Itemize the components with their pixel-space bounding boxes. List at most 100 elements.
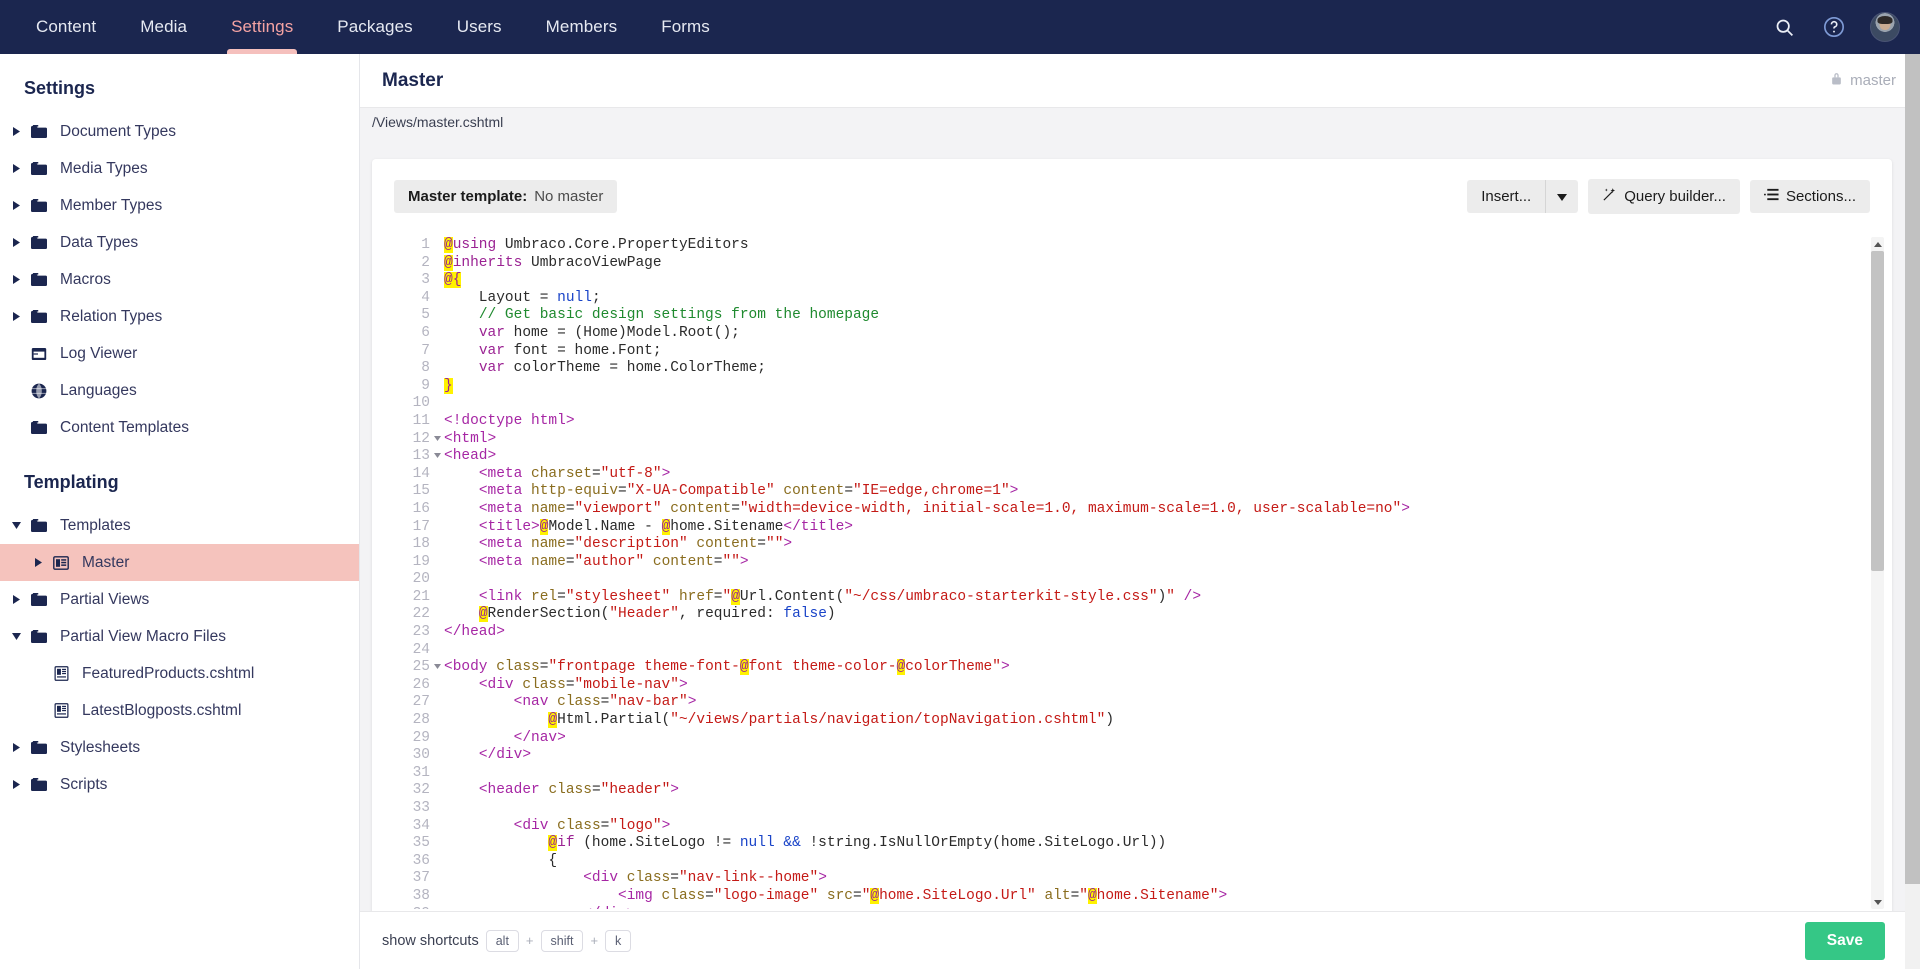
code-line[interactable]: 36 { [394,853,1870,871]
fold-toggle-icon[interactable] [430,659,444,677]
page-scrollbar-thumb[interactable] [1905,54,1920,884]
code-line[interactable]: 24 [394,642,1870,660]
nav-tab-settings[interactable]: Settings [209,0,315,54]
code-line-text: <head> [444,448,497,465]
code-line[interactable]: 11 <!doctype html> [394,413,1870,431]
code-line[interactable]: 16 <meta name="viewport" content="width=… [394,501,1870,519]
code-line[interactable]: 19 <meta name="author" content=""> [394,554,1870,572]
sidebar-item-languages[interactable]: Languages [0,372,359,409]
sidebar-item-partial-views[interactable]: Partial Views [0,581,359,618]
code-line[interactable]: 21 <link rel="stylesheet" href="@Url.Con… [394,588,1870,607]
insert-button[interactable]: Insert... [1467,179,1546,213]
chevron-right-icon[interactable] [6,595,26,604]
code-line[interactable]: 30 </div> [394,747,1870,765]
code-editor[interactable]: 1 @using Umbraco.Core.PropertyEditors 2 @in… [394,237,1870,909]
sidebar-item-templates[interactable]: Templates [0,507,359,544]
sidebar-item-macros[interactable]: Macros [0,261,359,298]
chevron-right-icon[interactable] [6,312,26,321]
sidebar-item-master[interactable]: Master [0,544,359,581]
key-k[interactable]: k [605,929,632,952]
scroll-up-arrow[interactable] [1871,237,1884,251]
code-line[interactable]: 27 <nav class="nav-bar"> [394,694,1870,712]
sidebar-item-data-types[interactable]: Data Types [0,224,359,261]
fold-toggle-icon[interactable] [430,448,444,466]
code-line[interactable]: 8 var colorTheme = home.ColorTheme; [394,360,1870,378]
chevron-right-icon[interactable] [6,780,26,789]
code-line[interactable]: 13 <head> [394,448,1870,466]
chevron-right-icon[interactable] [6,164,26,173]
sidebar-item-document-types[interactable]: Document Types [0,113,359,150]
code-line[interactable]: 18 <meta name="description" content=""> [394,536,1870,554]
editor-scrollbar[interactable] [1871,237,1884,909]
code-line[interactable]: 9} [394,377,1870,396]
key-alt[interactable]: alt [485,929,519,952]
sidebar-item-featuredproducts-cshtml[interactable]: FeaturedProducts.cshtml [0,655,359,692]
chevron-down-icon[interactable] [6,522,26,529]
code-line[interactable]: 20 [394,571,1870,589]
nav-tab-content[interactable]: Content [14,0,118,54]
code-line[interactable]: 12 <html> [394,431,1870,449]
query-builder-button[interactable]: Query builder... [1588,178,1740,214]
sidebar-item-member-types[interactable]: Member Types [0,187,359,224]
master-template-picker[interactable]: Master template: No master [394,179,618,213]
sidebar-item-content-templates[interactable]: Content Templates [0,409,359,446]
nav-tab-packages[interactable]: Packages [315,0,434,54]
chevron-right-icon[interactable] [28,558,48,567]
code-line[interactable]: 14 <meta charset="utf-8"> [394,466,1870,484]
code-line[interactable]: 3 @{ [394,272,1870,290]
code-line[interactable]: 37 <div class="nav-link--home"> [394,870,1870,888]
nav-tab-media[interactable]: Media [118,0,209,54]
search-icon[interactable] [1770,13,1798,41]
sidebar-item-relation-types[interactable]: Relation Types [0,298,359,335]
sections-button[interactable]: Sections... [1749,179,1870,213]
chevron-right-icon[interactable] [6,201,26,210]
avatar[interactable] [1870,12,1900,42]
chevron-down-icon[interactable] [6,633,26,640]
code-line[interactable]: 4 Layout = null; [394,290,1870,308]
nav-tab-forms[interactable]: Forms [639,0,732,54]
code-line[interactable]: 17 <title>@Model.Name - @home.Sitename</… [394,518,1870,537]
code-line[interactable]: 6 var home = (Home)Model.Root(); [394,325,1870,343]
insert-dropdown-button[interactable] [1545,179,1579,213]
line-number: 21 [412,588,430,605]
fold-toggle-icon[interactable] [430,431,444,449]
key-shift[interactable]: shift [540,929,584,952]
code-line[interactable]: 29 </nav> [394,730,1870,748]
help-icon[interactable] [1820,13,1848,41]
save-button[interactable]: Save [1804,921,1885,960]
code-line[interactable]: 15 <meta http-equiv="X-UA-Compatible" co… [394,483,1870,501]
chevron-right-icon[interactable] [6,238,26,247]
sidebar-item-stylesheets[interactable]: Stylesheets [0,729,359,766]
chevron-right-icon[interactable] [6,743,26,752]
code-line[interactable]: 32 <header class="header"> [394,782,1870,800]
chevron-right-icon[interactable] [6,127,26,136]
nav-tab-users[interactable]: Users [435,0,524,54]
show-shortcuts[interactable]: show shortcuts alt + shift + k [382,929,632,952]
sidebar-item-media-types[interactable]: Media Types [0,150,359,187]
code-line[interactable]: 38 <img class="logo-image" src="@home.Si… [394,887,1870,906]
page-scrollbar[interactable] [1905,54,1920,969]
code-line[interactable]: 28 @Html.Partial("~/views/partials/navig… [394,712,1870,730]
code-line[interactable]: 35 @if (home.SiteLogo != null && !string… [394,835,1870,853]
code-line[interactable]: 22 @RenderSection("Header", required: fa… [394,606,1870,624]
editor-scrollbar-thumb[interactable] [1871,251,1884,571]
scroll-down-arrow[interactable] [1871,895,1884,909]
code-line[interactable]: 7 var font = home.Font; [394,343,1870,361]
code-line[interactable]: 2 @inherits UmbracoViewPage [394,254,1870,273]
code-line[interactable]: 33 [394,800,1870,818]
code-line[interactable]: 25 <body class="frontpage theme-font-@fon… [394,659,1870,677]
code-line[interactable]: 26 <div class="mobile-nav"> [394,677,1870,695]
code-line[interactable]: 5 // Get basic design settings from the … [394,307,1870,325]
sidebar-item-latestblogposts-cshtml[interactable]: LatestBlogposts.cshtml [0,692,359,729]
code-line[interactable]: 39 </div> [394,906,1870,909]
code-line[interactable]: 34 <div class="logo"> [394,818,1870,836]
chevron-right-icon[interactable] [6,275,26,284]
code-line[interactable]: 1 @using Umbraco.Core.PropertyEditors [394,237,1870,255]
code-line[interactable]: 31 [394,765,1870,783]
code-line[interactable]: 23 </head> [394,624,1870,642]
code-line[interactable]: 10 [394,395,1870,413]
sidebar-item-scripts[interactable]: Scripts [0,766,359,803]
nav-tab-members[interactable]: Members [524,0,640,54]
sidebar-item-log-viewer[interactable]: Log Viewer [0,335,359,372]
sidebar-item-partial-view-macro-files[interactable]: Partial View Macro Files [0,618,359,655]
